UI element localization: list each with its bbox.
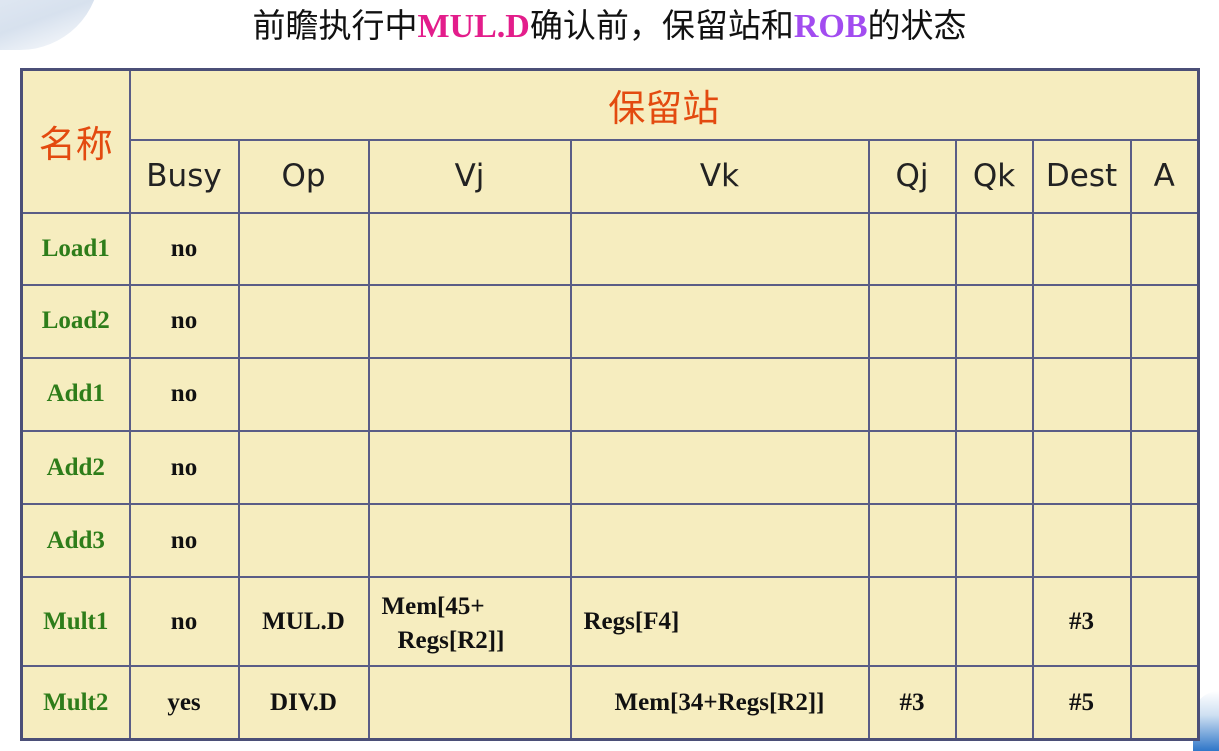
qj-cell xyxy=(867,429,957,506)
busy-cell: no xyxy=(128,503,240,579)
reservation-station-table: 名称 保留站 Busy Op Vj Vk Qj Qk Dest A Load1 … xyxy=(20,68,1200,741)
table-row: Mult2 yes DIV.D Mem[34+Regs[R2]] #3 #5 xyxy=(20,665,1200,741)
row-name: Add1 xyxy=(20,356,131,432)
vj-line-1: Mem[45+ xyxy=(381,593,485,621)
a-cell xyxy=(1129,429,1200,506)
a-cell xyxy=(1129,211,1200,286)
vj-line-2: Regs[R2]] xyxy=(397,627,505,655)
op-cell xyxy=(237,283,370,359)
row-name: Mult2 xyxy=(20,665,131,741)
qk-cell xyxy=(954,429,1034,506)
col-header-op: Op xyxy=(237,138,370,214)
table-row: Add2 no xyxy=(20,429,1200,506)
op-cell: MUL.D xyxy=(237,576,370,668)
col-header-a: A xyxy=(1129,138,1200,214)
table-row: Mult1 no MUL.D Mem[45+ Regs[R2]] Regs[F4… xyxy=(20,576,1200,668)
qj-cell xyxy=(867,576,957,668)
col-header-dest: Dest xyxy=(1031,138,1132,214)
dest-cell: #5 xyxy=(1031,665,1132,741)
dest-cell xyxy=(1031,429,1132,506)
table-row: Load2 no xyxy=(20,283,1200,359)
row-name: Load1 xyxy=(20,211,131,286)
vj-cell xyxy=(367,429,572,506)
qj-cell xyxy=(867,283,957,359)
op-cell: DIV.D xyxy=(237,665,370,741)
name-column-header: 名称 xyxy=(20,68,131,214)
vk-cell: Regs[F4] xyxy=(569,576,870,668)
vj-cell xyxy=(367,211,572,286)
col-header-vk: Vk xyxy=(569,138,870,214)
a-cell xyxy=(1129,356,1200,432)
busy-cell: no xyxy=(128,576,240,668)
vk-cell xyxy=(569,356,870,432)
reservation-station-header: 保留站 xyxy=(128,68,1200,141)
a-cell xyxy=(1129,283,1200,359)
title-part-1: 前瞻执行中 xyxy=(252,6,418,45)
qk-cell xyxy=(954,211,1034,286)
dest-cell xyxy=(1031,356,1132,432)
slide-title: 前瞻执行中MUL.D确认前，保留站和ROB的状态 xyxy=(0,4,1219,48)
busy-cell: no xyxy=(128,356,240,432)
col-header-vj: Vj xyxy=(367,138,572,214)
col-header-qk: Qk xyxy=(954,138,1034,214)
vj-cell: Mem[45+ Regs[R2]] xyxy=(367,576,572,668)
title-part-2: 确认前，保留站和 xyxy=(529,6,794,45)
busy-cell: yes xyxy=(128,665,240,741)
qk-cell xyxy=(954,356,1034,432)
qk-cell xyxy=(954,503,1034,579)
busy-cell: no xyxy=(128,429,240,506)
row-name: Add2 xyxy=(20,429,131,506)
vk-cell xyxy=(569,503,870,579)
op-cell xyxy=(237,211,370,286)
qk-cell xyxy=(954,665,1034,741)
col-header-qj: Qj xyxy=(867,138,957,214)
vj-cell xyxy=(367,665,572,741)
qj-cell xyxy=(867,503,957,579)
vj-cell xyxy=(367,356,572,432)
a-cell xyxy=(1129,576,1200,668)
table-row: Add1 no xyxy=(20,356,1200,432)
row-name: Mult1 xyxy=(20,576,131,668)
group-header-row: 名称 保留站 xyxy=(20,68,1200,214)
busy-cell: no xyxy=(128,211,240,286)
vk-cell xyxy=(569,211,870,286)
qj-cell xyxy=(867,356,957,432)
dest-cell xyxy=(1031,503,1132,579)
vk-cell xyxy=(569,283,870,359)
title-part-3: 的状态 xyxy=(867,6,967,45)
dest-cell xyxy=(1031,283,1132,359)
table-row: Add3 no xyxy=(20,503,1200,579)
vk-cell: Mem[34+Regs[R2]] xyxy=(569,665,870,741)
qj-cell xyxy=(867,211,957,286)
table-row: Load1 no xyxy=(20,211,1200,286)
busy-cell: no xyxy=(128,283,240,359)
vj-cell xyxy=(367,503,572,579)
vk-cell xyxy=(569,429,870,506)
qk-cell xyxy=(954,283,1034,359)
dest-cell: #3 xyxy=(1031,576,1132,668)
vj-cell xyxy=(367,283,572,359)
op-cell xyxy=(237,503,370,579)
column-header-row: Busy Op Vj Vk Qj Qk Dest A xyxy=(22,138,1200,214)
row-name: Add3 xyxy=(20,503,131,579)
a-cell xyxy=(1129,665,1200,741)
qk-cell xyxy=(954,576,1034,668)
qj-cell: #3 xyxy=(867,665,957,741)
col-header-busy: Busy xyxy=(128,138,240,214)
row-name: Load2 xyxy=(20,283,131,359)
dest-cell xyxy=(1031,211,1132,286)
title-rob: ROB xyxy=(793,8,868,45)
a-cell xyxy=(1129,503,1200,579)
title-mul-d: MUL.D xyxy=(417,8,530,45)
op-cell xyxy=(237,429,370,506)
op-cell xyxy=(237,356,370,432)
